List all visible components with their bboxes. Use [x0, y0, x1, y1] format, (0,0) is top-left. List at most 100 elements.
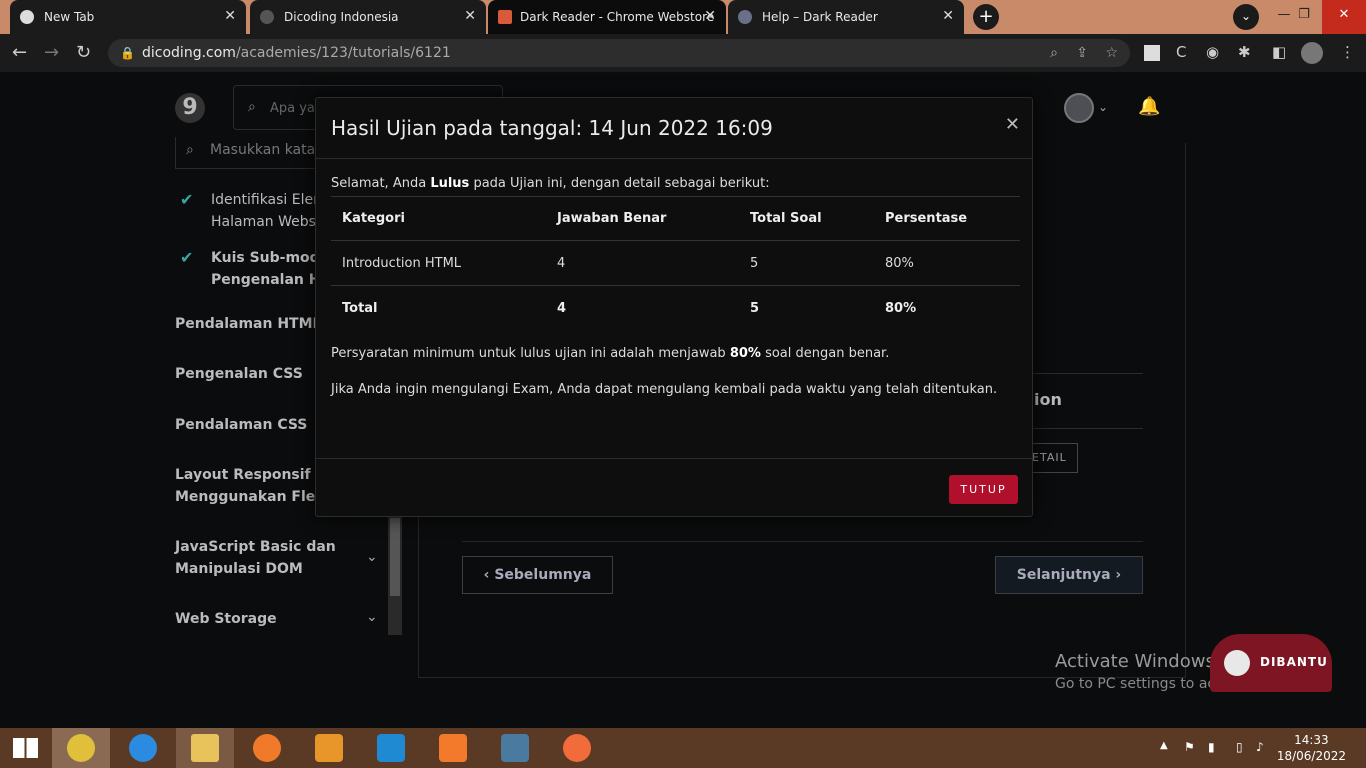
- taskbar-postman[interactable]: [548, 728, 606, 768]
- bell-icon[interactable]: 🔔: [1138, 96, 1160, 117]
- start-button[interactable]: [0, 728, 58, 768]
- scrollbar-thumb[interactable]: [390, 518, 400, 596]
- extensions-puzzle-icon[interactable]: ✱: [1238, 43, 1251, 61]
- close-icon[interactable]: ✕: [1005, 114, 1020, 135]
- dibantu-chat-button[interactable]: DIBANTU: [1210, 634, 1332, 692]
- sidebar-item[interactable]: Layout Responsif Menggunakan Flexb: [175, 464, 334, 508]
- modal-title: Hasil Ujian pada tanggal: 14 Jun 2022 16…: [331, 116, 773, 140]
- chevron-right-icon: ›: [1110, 567, 1122, 583]
- dicoding-icon: [260, 10, 274, 24]
- dicoding-logo[interactable]: 9: [175, 93, 205, 123]
- sidebar-item[interactable]: Identifikasi Elem Halaman Webs: [211, 189, 327, 233]
- postman-icon: [563, 734, 591, 762]
- close-tab-icon[interactable]: ✕: [464, 8, 476, 24]
- sidebar-item[interactable]: Kuis Sub-modu Pengenalan HT: [211, 247, 330, 291]
- tab-new-tab[interactable]: New Tab ✕: [10, 0, 246, 34]
- result-table: Kategori Jawaban Benar Total Soal Persen…: [331, 196, 1020, 331]
- retry-text: Jika Anda ingin mengulangi Exam, Anda da…: [331, 382, 998, 397]
- url-path: /academies/123/tutorials/6121: [235, 45, 451, 61]
- taskbar-sublime[interactable]: [300, 728, 358, 768]
- window-close-button[interactable]: ✕: [1322, 0, 1366, 34]
- taskbar-chrome[interactable]: [52, 728, 110, 768]
- dark-reader-extension-icon[interactable]: ◉: [1206, 43, 1219, 61]
- divider: [316, 158, 1032, 159]
- table-cell: 5: [739, 240, 874, 286]
- side-panel-icon[interactable]: ◧: [1272, 43, 1286, 61]
- sidebar-item[interactable]: Web Storage: [175, 608, 277, 630]
- close-tab-icon[interactable]: ✕: [704, 8, 716, 24]
- chevron-up-icon[interactable]: ▲: [1160, 740, 1168, 751]
- taskbar-file-explorer[interactable]: [176, 728, 234, 768]
- search-icon: ⌕: [186, 142, 194, 158]
- check-icon: ✔: [180, 190, 194, 209]
- vscode-icon: [377, 734, 405, 762]
- section-title-partial: ion: [1034, 390, 1062, 409]
- chevron-down-icon[interactable]: ⌄: [366, 609, 378, 625]
- close-tab-icon[interactable]: ✕: [224, 8, 236, 24]
- share-icon[interactable]: ⇪: [1076, 39, 1088, 67]
- forward-icon[interactable]: →: [44, 42, 59, 63]
- bookmark-star-icon[interactable]: ☆: [1105, 39, 1118, 67]
- profile-avatar[interactable]: [1301, 42, 1323, 64]
- menu-kebab-icon[interactable]: ⋮: [1340, 43, 1355, 61]
- zoom-icon[interactable]: ⌕: [1050, 39, 1058, 67]
- new-tab-button[interactable]: +: [973, 4, 999, 30]
- network-icon[interactable]: ⚑: [1184, 740, 1195, 754]
- close-button[interactable]: TUTUP: [949, 475, 1018, 504]
- sidebar-item[interactable]: Pendalaman HTML: [175, 313, 321, 335]
- avatar[interactable]: [1064, 93, 1094, 123]
- volume-icon[interactable]: ♪: [1256, 740, 1264, 754]
- table-cell: Total: [342, 300, 378, 316]
- modal-intro: Selamat, Anda Lulus pada Ujian ini, deng…: [331, 176, 770, 191]
- extension-c-icon[interactable]: C: [1176, 43, 1186, 61]
- folder-icon: [191, 734, 219, 762]
- reload-icon[interactable]: ↻: [76, 42, 91, 63]
- tab-dark-reader-help[interactable]: Help – Dark Reader ✕: [728, 0, 964, 34]
- clock-date: 18/06/2022: [1276, 749, 1346, 763]
- xampp-icon: [439, 734, 467, 762]
- taskbar-vscode[interactable]: [362, 728, 420, 768]
- tab-title: Dark Reader - Chrome Webstore: [520, 10, 715, 24]
- prev-label: Sebelumnya: [494, 567, 592, 583]
- tab-dicoding[interactable]: Dicoding Indonesia ✕: [250, 0, 486, 34]
- tab-title: Help – Dark Reader: [762, 10, 878, 24]
- taskbar-ie[interactable]: [114, 728, 172, 768]
- windows-icon: [13, 738, 38, 758]
- signal-icon[interactable]: ▮: [1208, 740, 1215, 754]
- check-icon: ✔: [180, 248, 194, 267]
- chrome-icon: [20, 10, 34, 24]
- lock-icon: 🔒: [120, 46, 135, 60]
- tab-dark-reader-webstore[interactable]: Dark Reader - Chrome Webstore ✕: [488, 0, 726, 34]
- battery-icon[interactable]: ▯: [1236, 740, 1243, 754]
- intro-text: pada Ujian ini, dengan detail sebagai be…: [469, 176, 770, 191]
- search-icon: ⌕: [248, 99, 256, 115]
- back-icon[interactable]: ←: [12, 42, 27, 63]
- requirement-percent: 80%: [729, 346, 761, 361]
- next-button[interactable]: Selanjutnya ›: [995, 556, 1143, 594]
- sidebar-item[interactable]: Pendalaman CSS: [175, 414, 307, 436]
- sidebar-item-line: Identifikasi Elem: [211, 192, 327, 208]
- taskbar-firefox[interactable]: [238, 728, 296, 768]
- taskbar-mysql[interactable]: [486, 728, 544, 768]
- requirement-part: soal dengan benar.: [760, 346, 890, 361]
- close-tab-icon[interactable]: ✕: [942, 8, 954, 24]
- divider: [316, 458, 1032, 459]
- sidebar-item-line: Pengenalan HT: [211, 272, 331, 288]
- tab-search-button[interactable]: ⌄: [1233, 4, 1259, 30]
- clock[interactable]: 14:33 18/06/2022: [1277, 732, 1346, 764]
- table-row: Introduction HTML 4 5 80%: [331, 240, 1020, 286]
- restore-button[interactable]: ❐: [1284, 0, 1324, 34]
- extension-b-icon[interactable]: [1144, 45, 1160, 61]
- chevron-down-icon[interactable]: ⌄: [366, 549, 378, 565]
- detail-button[interactable]: ETAIL: [1030, 443, 1078, 473]
- table-cell: 4: [546, 240, 739, 286]
- chevron-down-icon[interactable]: ⌄: [1098, 100, 1108, 114]
- sidebar-item-line: Layout Responsif: [175, 467, 311, 483]
- sidebar-item[interactable]: JavaScript Basic dan Manipulasi DOM: [175, 536, 336, 580]
- address-bar[interactable]: 🔒 dicoding.com/academies/123/tutorials/6…: [108, 39, 1130, 67]
- sidebar-item-line: Manipulasi DOM: [175, 561, 303, 577]
- intro-status: Lulus: [430, 176, 470, 191]
- prev-button[interactable]: ‹ Sebelumnya: [462, 556, 613, 594]
- taskbar-xampp[interactable]: [424, 728, 482, 768]
- sidebar-item[interactable]: Pengenalan CSS: [175, 363, 303, 385]
